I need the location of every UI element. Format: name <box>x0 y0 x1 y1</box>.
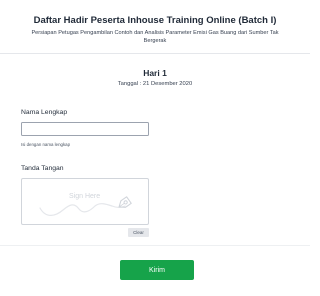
name-input[interactable] <box>21 122 149 136</box>
name-hint: Isi dengan nama lengkap <box>21 142 71 147</box>
pen-nib-icon <box>118 196 132 208</box>
footer-divider <box>0 245 310 246</box>
signature-placeholder: Sign Here <box>69 193 101 200</box>
name-label: Nama Lengkap <box>21 109 68 116</box>
signature-pad[interactable]: Sign Here <box>21 178 149 225</box>
submit-button[interactable]: Kirim <box>120 260 194 280</box>
form-header: Daftar Hadir Peserta Inhouse Training On… <box>0 0 310 54</box>
signature-label: Tanda Tangan <box>21 165 64 172</box>
session-date: Tanggal : 21 Desember 2020 <box>117 81 193 87</box>
form-title: Daftar Hadir Peserta Inhouse Training On… <box>33 15 277 26</box>
session-day: Hari 1 <box>143 68 167 78</box>
clear-signature-button[interactable]: Clear <box>128 228 149 237</box>
form-subtitle: Persiapan Petugas Pengambilan Contoh dan… <box>31 30 279 44</box>
